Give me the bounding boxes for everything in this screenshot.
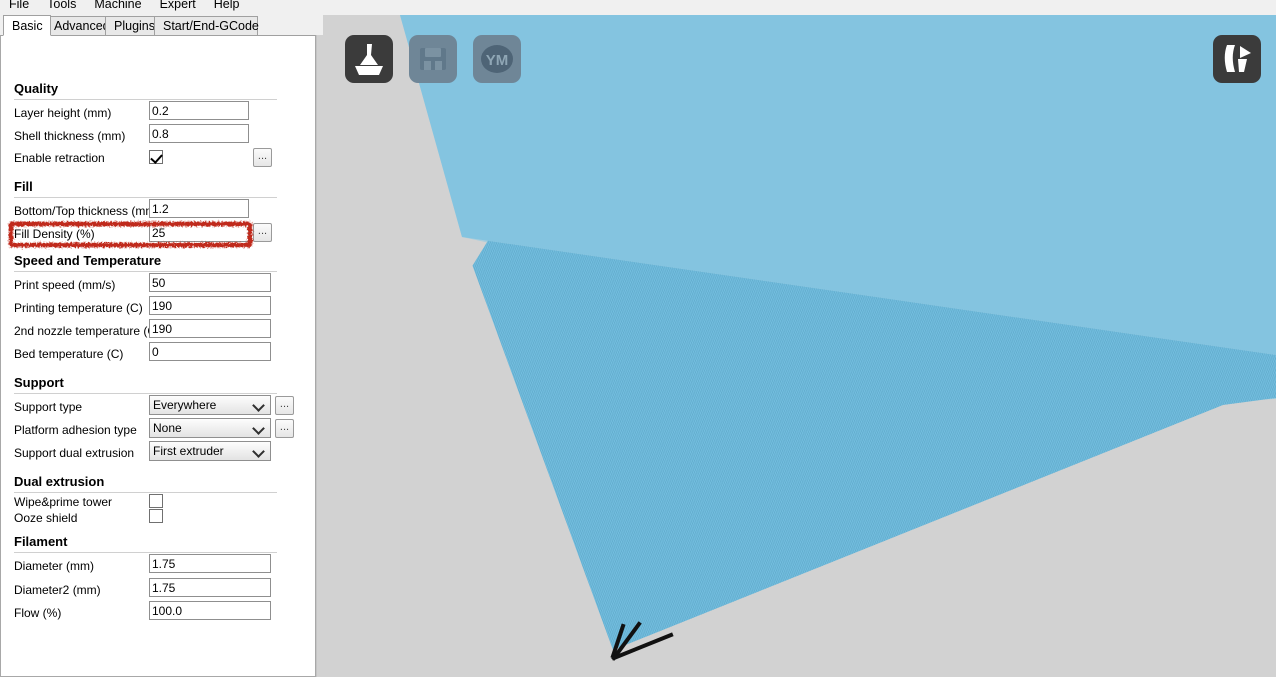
youmagine-share-button[interactable]: YM <box>473 35 521 83</box>
field-label-printing-temperature: Printing temperature (C) <box>14 301 143 315</box>
group-rule-dual-extrusion <box>14 492 277 493</box>
panel-divider <box>316 35 317 677</box>
save-toolpath-button[interactable] <box>409 35 457 83</box>
field-checkbox-wipe-prime-tower[interactable] <box>149 494 163 508</box>
field-checkbox-ooze-shield[interactable] <box>149 509 163 523</box>
settings-panel-edge <box>316 35 323 677</box>
tab-basic[interactable]: Basic <box>3 15 51 36</box>
field-select-value-support-type: Everywhere <box>153 398 217 412</box>
field-input-fill-density[interactable] <box>149 223 249 242</box>
field-select-support-type[interactable]: Everywhere <box>149 395 271 415</box>
field-input-printing-temperature[interactable] <box>149 296 271 315</box>
field-input-diameter2[interactable] <box>149 578 271 597</box>
group-title-support: Support <box>14 375 64 390</box>
svg-text:YM: YM <box>486 52 509 69</box>
field-checkbox-enable-retraction[interactable] <box>149 150 163 164</box>
field-label-platform-adhesion-type: Platform adhesion type <box>14 423 137 437</box>
checkbox-unchecked-icon <box>149 509 163 523</box>
field-label-shell-thickness: Shell thickness (mm) <box>14 129 126 143</box>
menu-item-help[interactable]: Help <box>205 0 249 15</box>
group-rule-support <box>14 393 277 394</box>
field-label-enable-retraction: Enable retraction <box>14 151 105 165</box>
field-label-diameter2: Diameter2 (mm) <box>14 583 101 597</box>
group-rule-quality <box>14 99 277 100</box>
group-title-fill: Fill <box>14 179 33 194</box>
field-label-layer-height: Layer height (mm) <box>14 106 112 120</box>
menu-bar-items: File Tools Machine Expert Help <box>0 0 248 15</box>
group-title-speed-and-temperature: Speed and Temperature <box>14 253 162 268</box>
field-input-bottom-top-thickness[interactable] <box>149 199 249 218</box>
chevron-down-icon <box>254 446 263 455</box>
build-volume-render <box>323 15 1276 677</box>
field-input-flow[interactable] <box>149 601 271 620</box>
field-select-platform-adhesion-type[interactable]: None <box>149 418 271 438</box>
cura-printer-icon <box>1224 45 1251 72</box>
chevron-down-icon <box>254 423 263 432</box>
group-title-filament: Filament <box>14 534 68 549</box>
tab-start-end-gcode[interactable]: Start/End-GCode <box>154 16 259 36</box>
field-label-bed-temperature: Bed temperature (C) <box>14 347 124 361</box>
chevron-down-icon <box>254 400 263 409</box>
more-button-fill-density[interactable]: ... <box>253 223 272 242</box>
load-model-button[interactable] <box>345 35 393 83</box>
field-label-wipe-prime-tower: Wipe&prime tower <box>14 495 113 509</box>
group-title-dual-extrusion: Dual extrusion <box>14 474 105 489</box>
menu-bar: File Tools Machine Expert Help <box>0 0 1276 15</box>
group-rule-speed <box>14 271 277 272</box>
3d-viewport[interactable]: YM <box>323 15 1276 677</box>
field-label-fill-density: Fill Density (%) <box>14 227 95 241</box>
checkbox-unchecked-icon <box>149 494 163 508</box>
more-button-enable-retraction[interactable]: ... <box>253 148 272 167</box>
group-rule-fill <box>14 197 277 198</box>
field-input-layer-height[interactable] <box>149 101 249 120</box>
field-input-shell-thickness[interactable] <box>149 124 249 143</box>
group-rule-filament <box>14 552 277 553</box>
more-button-platform-adhesion-type[interactable]: ... <box>275 419 294 438</box>
field-label-flow: Flow (%) <box>14 606 62 620</box>
cura-application-window: File Tools Machine Expert Help Basic Adv… <box>0 0 1276 677</box>
field-input-bed-temperature[interactable] <box>149 342 271 361</box>
settings-tab-strip: Basic Advanced Plugins Start/End-GCode <box>0 15 323 36</box>
field-input-2nd-nozzle-temperature[interactable] <box>149 319 271 338</box>
checkbox-checked-icon <box>149 150 163 164</box>
group-title-quality: Quality <box>14 81 59 96</box>
more-button-support-type[interactable]: ... <box>275 396 294 415</box>
save-toolpath-floppy-icon <box>420 48 446 70</box>
field-select-support-dual-extrusion[interactable]: First extruder <box>149 441 271 461</box>
menu-item-machine[interactable]: Machine <box>85 0 150 15</box>
settings-panel-body: Quality Layer height (mm) Shell thicknes… <box>0 35 316 677</box>
field-label-support-type: Support type <box>14 400 83 414</box>
field-label-2nd-nozzle-temperature: 2nd nozzle temperature (C) <box>14 324 161 338</box>
field-select-value-platform-adhesion-type: None <box>153 421 182 435</box>
load-model-icon <box>355 44 383 75</box>
youmagine-share-icon: YM <box>481 45 513 73</box>
tab-advanced[interactable]: Advanced <box>45 16 111 36</box>
field-label-ooze-shield: Ooze shield <box>14 511 78 525</box>
menu-item-file[interactable]: File <box>0 0 38 15</box>
field-input-print-speed[interactable] <box>149 273 271 292</box>
settings-panel: Basic Advanced Plugins Start/End-GCode Q… <box>0 15 323 677</box>
field-label-bottom-top-thickness: Bottom/Top thickness (mm) <box>14 204 160 218</box>
menu-item-expert[interactable]: Expert <box>151 0 205 15</box>
field-select-value-support-dual-extrusion: First extruder <box>153 444 224 458</box>
field-label-support-dual-extrusion: Support dual extrusion <box>14 446 135 460</box>
cura-printer-button[interactable] <box>1213 35 1261 83</box>
field-label-diameter: Diameter (mm) <box>14 559 94 573</box>
field-input-diameter[interactable] <box>149 554 271 573</box>
tab-plugins[interactable]: Plugins <box>105 16 160 36</box>
field-label-print-speed: Print speed (mm/s) <box>14 278 116 292</box>
menu-item-tools[interactable]: Tools <box>38 0 85 15</box>
